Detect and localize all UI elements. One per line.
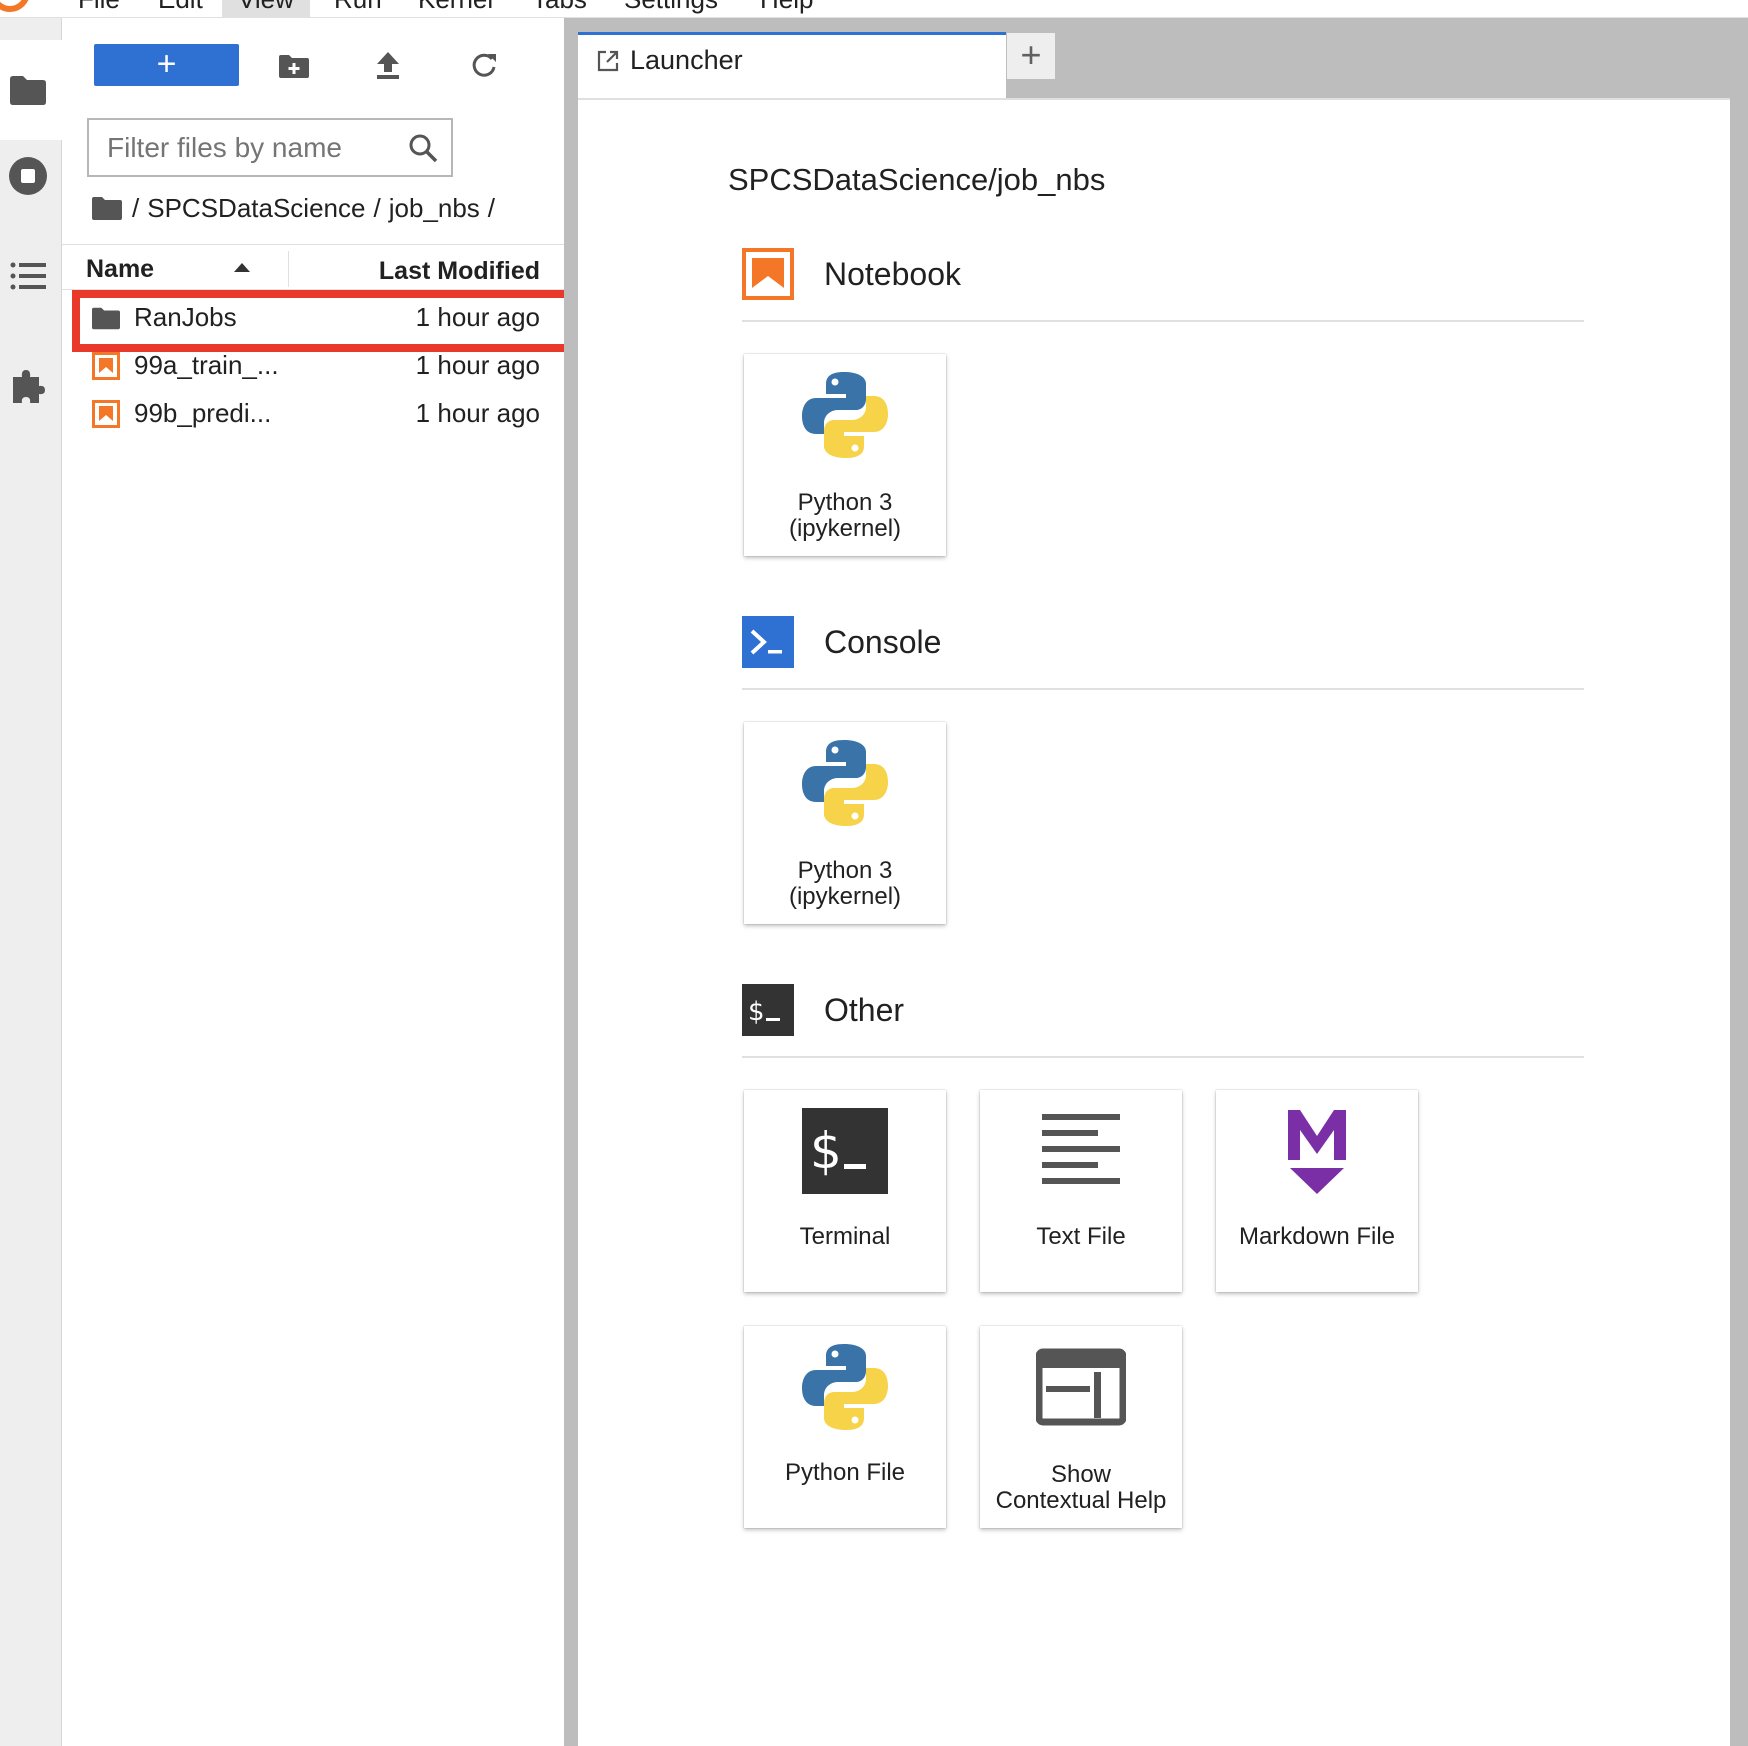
- add-tab-button[interactable]: +: [1006, 32, 1056, 80]
- notebook-icon: [92, 352, 120, 380]
- file-name: 99a_train_...: [134, 350, 279, 380]
- sidebar-tab-toc[interactable]: [8, 256, 48, 296]
- file-name: 99b_predi...: [134, 398, 272, 428]
- home-folder-icon[interactable]: [92, 196, 122, 220]
- breadcrumb-separator: /: [373, 192, 381, 223]
- filter-box: [87, 118, 453, 177]
- card-notebook-python3[interactable]: Python 3 (ipykernel): [744, 354, 946, 556]
- card-label: Python File: [784, 1459, 906, 1486]
- console-section-icon: [742, 616, 794, 668]
- refresh-button[interactable]: [466, 48, 502, 84]
- menu-view[interactable]: View: [222, 0, 310, 17]
- card-markdown-file[interactable]: Markdown File: [1216, 1090, 1418, 1292]
- breadcrumb-spcsdatascience[interactable]: SPCSDataScience: [147, 193, 365, 224]
- notebook-section-icon: [742, 248, 794, 300]
- section-console: Console: [742, 616, 1584, 690]
- card-label: Python 3 (ipykernel): [788, 857, 902, 910]
- menu-run[interactable]: Run: [334, 0, 382, 15]
- notebook-icon: [92, 400, 120, 428]
- section-title: Notebook: [824, 256, 961, 292]
- list-icon: [10, 262, 46, 290]
- tab-label: Launcher: [630, 45, 743, 75]
- stop-circle-icon: [9, 157, 47, 195]
- tab-launcher[interactable]: Launcher: [578, 32, 1006, 98]
- new-launcher-button[interactable]: +: [94, 44, 239, 86]
- card-contextual-help[interactable]: Show Contextual Help: [980, 1326, 1182, 1528]
- file-modified: 1 hour ago: [415, 350, 540, 380]
- refresh-icon: [472, 53, 496, 77]
- column-divider: [288, 251, 289, 287]
- puzzle-icon: [13, 370, 45, 403]
- tab-bar: Launcher +: [578, 18, 1748, 98]
- jupyter-logo-icon: [0, 0, 30, 12]
- card-console-python3[interactable]: Python 3 (ipykernel): [744, 722, 946, 924]
- menu-file[interactable]: File: [78, 0, 120, 15]
- new-folder-button[interactable]: [276, 48, 312, 84]
- markdown-icon: [1288, 1110, 1346, 1194]
- sidebar-tab-running[interactable]: [8, 156, 48, 196]
- contextual-help-icon: [1036, 1348, 1126, 1426]
- python-icon: [802, 740, 888, 826]
- card-label: Show Contextual Help: [995, 1461, 1167, 1514]
- new-folder-icon: [279, 55, 309, 78]
- python-icon: [802, 372, 888, 458]
- card-python-file[interactable]: Python File: [744, 1326, 946, 1528]
- column-name-header[interactable]: Name: [86, 255, 154, 284]
- folder-icon: [8, 70, 48, 110]
- breadcrumb-separator: /: [487, 192, 496, 223]
- card-terminal[interactable]: $ Terminal: [744, 1090, 946, 1292]
- card-label: Terminal: [799, 1223, 891, 1250]
- launcher-cwd: SPCSDataScience/job_nbs: [728, 162, 1106, 197]
- card-text-file[interactable]: Text File: [980, 1090, 1182, 1292]
- upload-icon: [377, 52, 399, 79]
- filter-input[interactable]: [107, 130, 387, 166]
- menu-bar: File Edit View Run Kernel Tabs Settings …: [0, 0, 1748, 18]
- sidebar-tab-files[interactable]: [0, 40, 62, 140]
- menu-help[interactable]: Help: [760, 0, 813, 15]
- svg-text:$: $: [810, 1122, 842, 1180]
- file-list-header: Name Last Modified: [62, 244, 564, 290]
- terminal-section-icon: $: [742, 984, 794, 1036]
- section-title: Other: [824, 992, 905, 1028]
- section-title: Console: [824, 624, 942, 660]
- section-other: $ Other: [742, 984, 1584, 1058]
- card-label: Python 3 (ipykernel): [788, 489, 902, 542]
- menu-kernel[interactable]: Kernel: [418, 0, 493, 15]
- menu-tabs[interactable]: Tabs: [532, 0, 587, 15]
- dock-border: [1730, 98, 1748, 1746]
- activity-bar: [0, 18, 62, 1746]
- launch-icon: [597, 50, 619, 72]
- file-modified: 1 hour ago: [415, 398, 540, 428]
- text-file-icon: [1042, 1114, 1120, 1184]
- sidebar-tab-extensions[interactable]: [8, 366, 48, 406]
- highlight-box: [72, 290, 584, 352]
- card-label: Markdown File: [1238, 1223, 1396, 1250]
- menu-settings[interactable]: Settings: [624, 0, 718, 15]
- terminal-icon: $: [802, 1108, 888, 1194]
- launcher-panel: SPCSDataScience/job_nbs Notebook Python …: [578, 98, 1730, 1746]
- breadcrumb-job-nbs[interactable]: job_nbs: [389, 193, 480, 224]
- menu-edit[interactable]: Edit: [158, 0, 203, 15]
- breadcrumb: / SPCSDataScience / job_nbs /: [92, 190, 503, 226]
- card-label: Text File: [1036, 1223, 1126, 1250]
- panel-splitter[interactable]: [564, 18, 578, 1746]
- breadcrumb-separator: /: [132, 192, 140, 223]
- column-last-modified-header[interactable]: Last Modified: [379, 257, 540, 286]
- section-notebook: Notebook: [742, 248, 1584, 322]
- sort-ascending-icon: [234, 263, 250, 272]
- file-row-99b-predi[interactable]: 99b_predi... 1 hour ago: [62, 392, 564, 436]
- svg-text:$: $: [748, 997, 765, 1027]
- search-icon: [409, 134, 438, 163]
- file-browser-panel: + / SPCSDataScience / job_nbs / Name Las…: [62, 18, 564, 1746]
- python-icon: [802, 1344, 888, 1430]
- upload-button[interactable]: [370, 48, 406, 84]
